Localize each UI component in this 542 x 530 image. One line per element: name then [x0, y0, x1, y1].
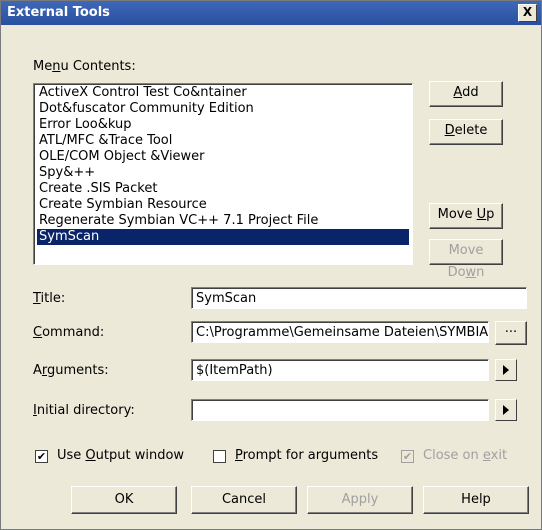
- help-button[interactable]: Help: [423, 486, 529, 514]
- arguments-menu-button[interactable]: [495, 359, 517, 381]
- dialog-title: External Tools: [7, 5, 110, 20]
- list-item[interactable]: Dot&fuscator Community Edition: [37, 101, 254, 117]
- arguments-label: Arguments:: [33, 363, 109, 378]
- menu-contents-label: Menu Contents:: [33, 59, 136, 74]
- list-item[interactable]: OLE/COM Object &Viewer: [37, 149, 205, 165]
- arrow-right-icon: [503, 405, 509, 415]
- list-item[interactable]: Regenerate Symbian VC++ 7.1 Project File: [37, 213, 318, 229]
- title-label: Title:: [33, 291, 66, 306]
- cancel-button[interactable]: Cancel: [191, 486, 297, 514]
- menu-contents-list[interactable]: ActiveX Control Test Co&ntainer Dot&fusc…: [33, 83, 413, 265]
- browse-button[interactable]: ...: [495, 321, 527, 345]
- checkmark-icon: ✔: [36, 450, 47, 463]
- list-item[interactable]: ATL/MFC &Trace Tool: [37, 133, 172, 149]
- use-output-window-checkbox[interactable]: ✔: [35, 450, 48, 463]
- list-item[interactable]: Spy&++: [37, 165, 95, 181]
- title-bar: External Tools X: [1, 1, 541, 25]
- arrow-right-icon: [503, 365, 509, 375]
- list-item[interactable]: ActiveX Control Test Co&ntainer: [37, 85, 247, 101]
- external-tools-dialog: External Tools X Menu Contents: ActiveX …: [0, 0, 542, 530]
- delete-button[interactable]: Delete: [429, 119, 503, 145]
- list-item[interactable]: Create .SIS Packet: [37, 181, 157, 197]
- checkmark-icon: ✔: [402, 450, 413, 463]
- list-item-selected[interactable]: SymScan: [37, 229, 409, 245]
- move-up-button[interactable]: Move Up: [429, 203, 503, 229]
- list-item[interactable]: Create Symbian Resource: [37, 197, 207, 213]
- prompt-for-arguments-checkbox[interactable]: [213, 450, 226, 463]
- move-down-button[interactable]: Move Down: [429, 239, 503, 280]
- use-output-window-label: Use Output window: [57, 448, 185, 463]
- command-field[interactable]: C:\Programme\Gemeinsame Dateien\SYMBIA: [191, 321, 489, 343]
- title-field[interactable]: SymScan: [191, 287, 527, 309]
- initial-directory-field[interactable]: [191, 399, 489, 421]
- ok-button[interactable]: OK: [71, 486, 177, 514]
- list-item[interactable]: Error Loo&kup: [37, 117, 132, 133]
- initial-directory-menu-button[interactable]: [495, 399, 517, 421]
- apply-button[interactable]: Apply: [307, 486, 413, 514]
- command-label: Command:: [33, 325, 105, 340]
- close-button[interactable]: X: [518, 4, 537, 22]
- add-button[interactable]: Add: [429, 81, 503, 107]
- prompt-for-arguments-label: Prompt for arguments: [235, 448, 379, 463]
- close-icon: X: [522, 5, 533, 19]
- close-on-exit-label: Close on exit: [423, 448, 508, 463]
- arguments-field[interactable]: $(ItemPath): [191, 359, 489, 381]
- initial-directory-label: Initial directory:: [33, 403, 135, 418]
- close-on-exit-checkbox[interactable]: ✔: [401, 450, 414, 463]
